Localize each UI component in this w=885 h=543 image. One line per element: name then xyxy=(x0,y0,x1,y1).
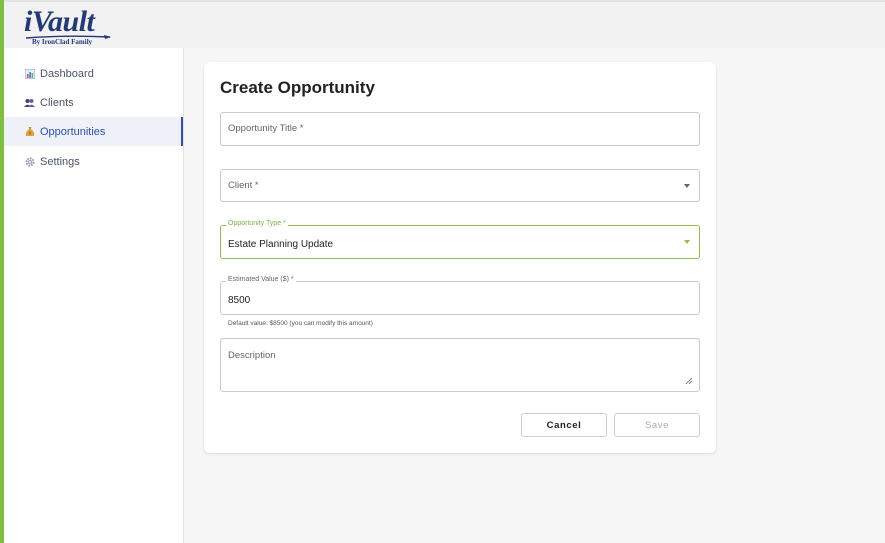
sidebar-item-label: Dashboard xyxy=(40,67,94,80)
sidebar-item-opportunities[interactable]: Opportunities xyxy=(4,117,183,146)
sidebar-item-label: Opportunities xyxy=(40,125,106,138)
opportunity-title-input[interactable]: Opportunity Title * xyxy=(220,112,700,146)
sidebar-item-dashboard[interactable]: Dashboard xyxy=(4,59,183,88)
resize-handle-icon[interactable] xyxy=(685,377,692,384)
logo-tagline: By IronClad Family xyxy=(32,38,93,46)
bar-chart-icon xyxy=(24,68,35,79)
estimated-value-helper-text: Default value: $8500 (you can modify thi… xyxy=(228,320,373,327)
opportunity-type-select[interactable]: Opportunity Type * Estate Planning Updat… xyxy=(220,220,700,259)
opportunity-type-label: Opportunity Type * xyxy=(226,220,288,227)
estimated-value-value: 8500 xyxy=(228,295,251,306)
opportunity-type-value: Estate Planning Update xyxy=(228,239,334,250)
top-header xyxy=(4,0,885,48)
client-select[interactable]: Client * xyxy=(220,169,700,202)
estimated-value-input[interactable]: Estimated Value ($) * 8500 xyxy=(220,276,700,315)
people-icon xyxy=(24,97,35,108)
sidebar-item-settings[interactable]: Settings xyxy=(4,147,183,176)
gear-icon xyxy=(24,156,35,167)
save-button[interactable]: Save xyxy=(614,413,700,437)
money-bag-icon xyxy=(24,126,35,137)
description-textarea[interactable]: Description xyxy=(220,338,700,392)
cancel-button[interactable]: Cancel xyxy=(521,413,607,437)
estimated-value-label: Estimated Value ($) * xyxy=(226,276,296,283)
app-logo[interactable]: iVault By IronClad Family xyxy=(24,6,114,48)
chevron-down-icon xyxy=(684,240,690,244)
sidebar: Dashboard Clients Opportunities Settings xyxy=(4,48,184,543)
opportunity-title-placeholder: Opportunity Title * xyxy=(228,123,304,134)
create-opportunity-card: Create Opportunity Opportunity Title * C… xyxy=(204,62,716,453)
client-placeholder: Client * xyxy=(228,180,259,191)
top-header-border xyxy=(4,0,885,2)
sidebar-item-clients[interactable]: Clients xyxy=(4,88,183,117)
sidebar-item-label: Clients xyxy=(40,96,74,109)
description-placeholder: Description xyxy=(228,350,276,361)
page-title: Create Opportunity xyxy=(220,78,375,97)
chevron-down-icon xyxy=(684,183,690,188)
sidebar-item-label: Settings xyxy=(40,155,80,168)
